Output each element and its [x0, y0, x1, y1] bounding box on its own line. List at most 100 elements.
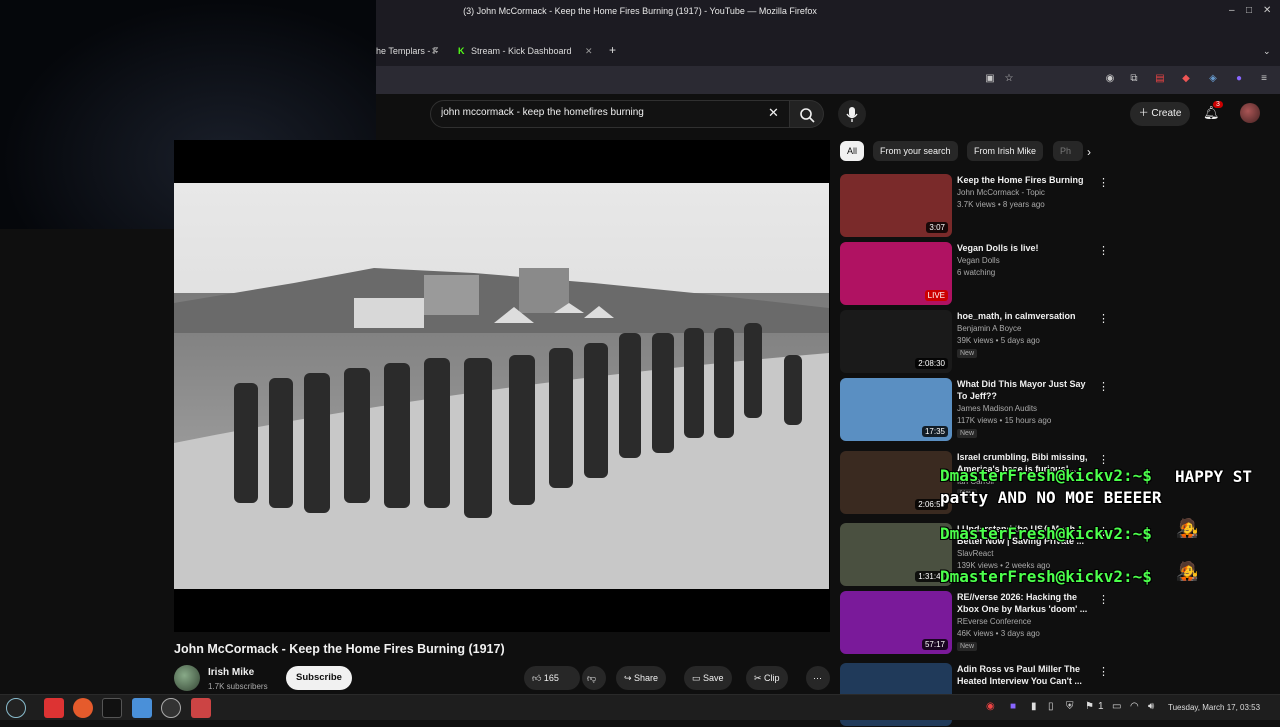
recommendation-item[interactable]: 2:08:30 hoe_math, in calmversation Benjami…	[840, 310, 1120, 374]
channel-name[interactable]: Irish Mike	[208, 667, 254, 678]
recommendation-item[interactable]: LIVE Vegan Dolls is live! Vegan Dolls 6 wat…	[840, 242, 1120, 306]
save-button[interactable]: ▭ Save	[684, 666, 732, 690]
screenshot-icon[interactable]: ▣	[984, 73, 996, 85]
tray-icon[interactable]: ⚑	[1085, 701, 1094, 712]
recommendation-title[interactable]: Vegan Dolls is live!	[957, 242, 1092, 254]
recommendation-channel[interactable]: Vegan Dolls	[957, 256, 1000, 265]
extensions-icon[interactable]: ⧉	[1128, 73, 1140, 85]
minimize-icon[interactable]: –	[1229, 5, 1235, 16]
maximize-icon[interactable]: □	[1246, 5, 1252, 16]
channel-avatar[interactable]	[174, 665, 200, 691]
recommendation-title[interactable]: Adin Ross vs Paul Miller The Heated Inte…	[957, 663, 1092, 687]
more-options-icon[interactable]: ⋮	[1098, 244, 1109, 257]
more-options-icon[interactable]: ⋮	[1098, 665, 1109, 678]
image-viewer-icon[interactable]	[191, 698, 211, 718]
recommendation-channel[interactable]: Benjamin A Boyce	[957, 324, 1021, 333]
more-options-icon[interactable]: ⋮	[1098, 380, 1109, 393]
live-badge: LIVE	[924, 290, 948, 301]
app-icon[interactable]	[132, 698, 152, 718]
workspace-indicator[interactable]: 1	[1098, 701, 1104, 712]
clock[interactable]: Tuesday, March 17, 03:53	[1168, 703, 1260, 712]
plus-icon: ＋	[1138, 108, 1152, 119]
search-button[interactable]	[790, 100, 824, 128]
recommendation-channel[interactable]: James Madison Audits	[957, 404, 1037, 413]
addon-shield-icon[interactable]: ◈	[1207, 73, 1219, 85]
more-options-icon[interactable]: ⋮	[1098, 453, 1109, 466]
recommendation-title[interactable]: RE//verse 2026: Hacking the Xbox One by …	[957, 591, 1092, 615]
notification-badge: 3	[1213, 101, 1223, 108]
video-thumbnail[interactable]: 2:06:50	[840, 451, 952, 514]
tab-close-icon[interactable]: ✕	[585, 46, 593, 57]
video-thumbnail[interactable]: 1:31:40	[840, 523, 952, 586]
chip-from-search[interactable]: From your search	[873, 141, 958, 161]
share-button[interactable]: ↪ Share	[616, 666, 667, 690]
recommendation-title[interactable]: hoe_math, in calmversation	[957, 310, 1092, 322]
volume-icon[interactable]: 🔊︎	[1148, 701, 1154, 712]
terminal-icon[interactable]	[102, 698, 122, 718]
tab-close-icon[interactable]: ✕	[431, 46, 439, 57]
recommendation-item[interactable]: 3:07 Keep the Home Fires Burning John McCo…	[840, 174, 1120, 238]
video-thumbnail[interactable]: 2:08:30	[840, 310, 952, 373]
video-thumbnail[interactable]: 17:35	[840, 378, 952, 441]
video-player[interactable]	[174, 183, 829, 589]
subscribe-button[interactable]: Subscribe	[286, 666, 352, 690]
clip-button[interactable]: ✂ Clip	[746, 666, 788, 690]
microphone-icon	[846, 107, 858, 122]
chip-from-channel[interactable]: From Irish Mike	[967, 141, 1044, 161]
recommendation-item[interactable]: 17:35 What Did This Mayor Just Say To Jef…	[840, 378, 1120, 442]
obs-icon[interactable]	[161, 698, 181, 718]
recommendation-channel[interactable]: John McCormack - Topic	[957, 188, 1045, 197]
tray-icon[interactable]: ▮	[1031, 701, 1037, 712]
more-options-icon[interactable]: ⋮	[1098, 176, 1109, 189]
video-thumbnail[interactable]: 57:17	[840, 591, 952, 654]
search-input[interactable]	[441, 107, 761, 118]
recommendation-title[interactable]: What Did This Mayor Just Say To Jeff??	[957, 378, 1092, 402]
new-tab-icon[interactable]: +	[609, 43, 616, 57]
menu-launcher-icon[interactable]	[6, 698, 26, 718]
tab-templars[interactable]: he Templars - F	[376, 46, 438, 56]
recommendation-meta: 39K views • 5 days ago	[957, 336, 1040, 345]
file-manager-icon[interactable]	[44, 698, 64, 718]
recommendation-meta: 117K views • 15 hours ago	[957, 416, 1052, 425]
chip-all[interactable]: All	[840, 141, 865, 161]
dislike-button[interactable]: 👎︎	[582, 666, 606, 690]
more-options-icon[interactable]: ⋮	[1098, 312, 1109, 325]
clear-search-icon[interactable]: ✕	[768, 105, 779, 121]
search-box[interactable]	[430, 100, 790, 128]
close-icon[interactable]: ✕	[1263, 5, 1271, 16]
video-thumbnail[interactable]: 3:07	[840, 174, 952, 237]
video-thumbnail[interactable]: LIVE	[840, 242, 952, 305]
recommendation-title[interactable]: Keep the Home Fires Burning	[957, 174, 1092, 186]
tab-list-icon[interactable]: ⌄	[1263, 46, 1271, 57]
addon-fox-icon[interactable]: ◆	[1180, 73, 1192, 85]
tray-icon[interactable]: ▯	[1048, 701, 1054, 712]
avatar[interactable]	[1240, 103, 1260, 123]
addon-cloud-icon[interactable]: ●	[1233, 73, 1245, 85]
display-icon[interactable]: ▭	[1112, 701, 1121, 712]
firefox-icon[interactable]	[73, 698, 93, 718]
recommendation-channel[interactable]: SlavReact	[957, 549, 993, 558]
account-icon[interactable]: ◉	[1104, 73, 1116, 85]
new-badge: New	[957, 349, 978, 358]
bookmark-star-icon[interactable]: ☆	[1003, 73, 1015, 85]
chat-user: DmasterFresh@kickv2:~$	[940, 567, 1152, 586]
tray-icon[interactable]: ◉	[986, 701, 995, 712]
recommendation-item[interactable]: 57:17 RE//verse 2026: Hacking the Xbox On…	[840, 591, 1120, 655]
menu-icon[interactable]: ≡	[1258, 73, 1270, 85]
create-button[interactable]: ＋ Create	[1130, 102, 1190, 126]
addon-icon[interactable]: ▤	[1154, 73, 1166, 85]
more-actions-button[interactable]: ⋯	[806, 666, 830, 690]
voice-search-button[interactable]	[838, 100, 866, 128]
save-icon: ▭	[692, 673, 704, 683]
recommendation-channel[interactable]: REverse Conference	[957, 617, 1031, 626]
scissors-icon: ✂	[754, 673, 765, 683]
like-button[interactable]: 👍︎ 165	[524, 666, 580, 690]
duration-badge: 57:17	[921, 639, 948, 650]
shield-icon[interactable]: ⛨	[1066, 701, 1074, 712]
more-options-icon[interactable]: ⋮	[1098, 593, 1109, 606]
chip-partial[interactable]: Ph	[1053, 141, 1083, 161]
wifi-icon[interactable]: ◠	[1130, 701, 1139, 712]
chevron-right-icon[interactable]: ›	[1087, 145, 1091, 159]
tab-kick-dashboard[interactable]: Stream - Kick Dashboard	[471, 46, 572, 56]
tray-icon[interactable]: ■	[1010, 701, 1016, 712]
